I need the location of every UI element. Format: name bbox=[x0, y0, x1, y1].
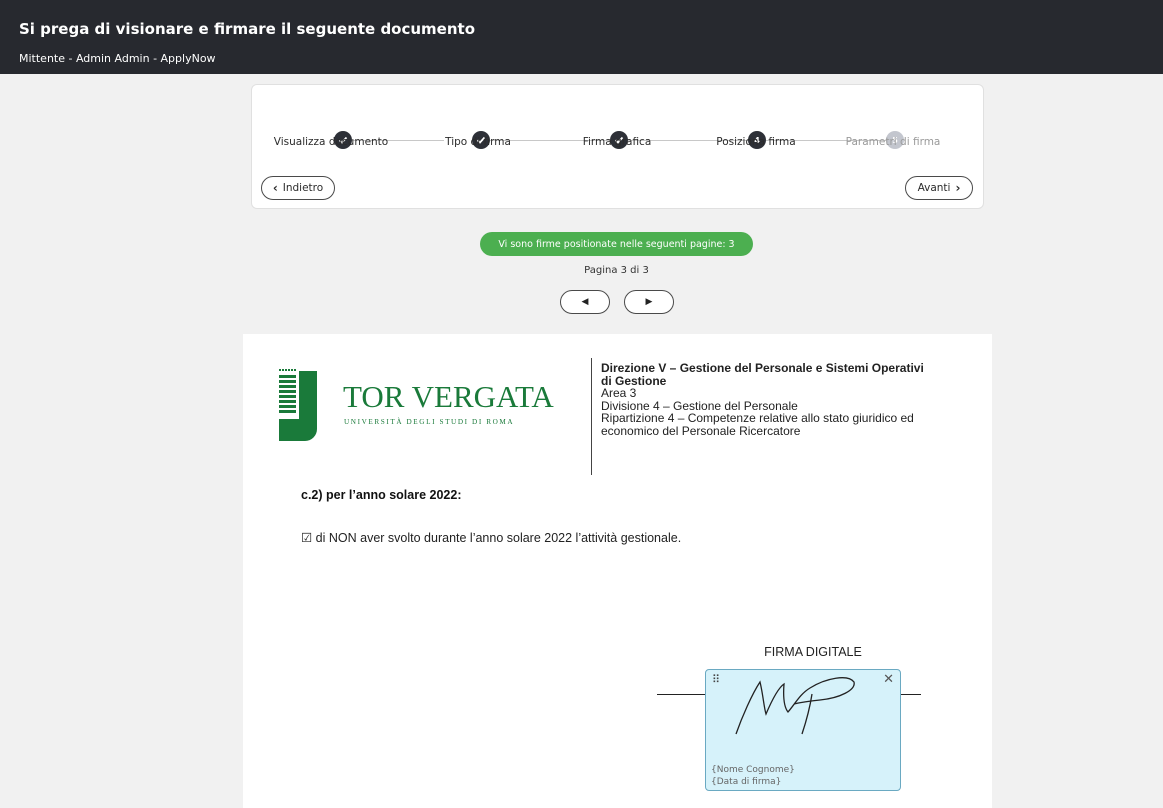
next-button[interactable]: Avanti › bbox=[905, 176, 973, 200]
chevron-left-icon: ‹ bbox=[272, 181, 278, 195]
signature-line-right bbox=[901, 694, 921, 695]
declaration-statement: ☑ di NON aver svolto durante l’anno sola… bbox=[301, 531, 682, 545]
document-page: TOR VERGATA UNIVERSITÀ DEGLI STUDI DI RO… bbox=[243, 334, 992, 808]
drag-handle-icon[interactable]: ⠿ bbox=[712, 673, 720, 686]
back-button-label: Indietro bbox=[282, 182, 324, 194]
step-label-parametri: Parametri di firma bbox=[845, 136, 941, 148]
date-placeholder: {Data di firma} bbox=[711, 777, 782, 787]
signature-placeholder-box[interactable]: ⠿ ✕ {Nome Cognome} {Data di firma} bbox=[705, 669, 901, 791]
page-indicator: Pagina 3 di 3 bbox=[584, 265, 649, 276]
department-info: Direzione V – Gestione del Personale e S… bbox=[601, 362, 971, 437]
dept-line-1: Direzione V – Gestione del Personale e S… bbox=[601, 361, 924, 375]
name-placeholder: {Nome Cognome} bbox=[711, 765, 795, 775]
step-label-posiziona-firma[interactable]: Posiziona firma bbox=[676, 136, 836, 148]
prev-page-button[interactable]: ◀ bbox=[560, 290, 610, 314]
step-label-tipo-firma[interactable]: Tipo di firma bbox=[398, 136, 558, 148]
dept-line-2: di Gestione bbox=[601, 373, 667, 388]
handwritten-signature bbox=[735, 677, 855, 735]
signature-line-left bbox=[657, 694, 706, 695]
signature-label: FIRMA DIGITALE bbox=[764, 645, 862, 659]
page-title: Si prega di visionare e firmare il segue… bbox=[19, 20, 476, 38]
header-divider bbox=[591, 358, 592, 475]
dept-line-6: economico del Personale Ricercatore bbox=[601, 423, 801, 438]
logo-name: TOR VERGATA bbox=[343, 379, 554, 414]
sender-line: Mittente - Admin Admin - ApplyNow bbox=[19, 52, 216, 65]
step-label-visualizza[interactable]: Visualizza documento bbox=[251, 136, 411, 148]
close-icon[interactable]: ✕ bbox=[883, 672, 894, 687]
tor-vergata-logo: TOR VERGATA UNIVERSITÀ DEGLI STUDI DI RO… bbox=[279, 369, 554, 441]
signed-pages-badge: Vi sono firme positionate nelle seguenti… bbox=[480, 232, 753, 256]
step-label-firma-grafica[interactable]: Firma grafica bbox=[537, 136, 697, 148]
back-button[interactable]: ‹ Indietro bbox=[261, 176, 335, 200]
section-title: c.2) per l’anno solare 2022: bbox=[301, 488, 462, 502]
chevron-right-icon: › bbox=[955, 181, 961, 195]
dept-line-3: Area 3 bbox=[601, 386, 637, 400]
next-button-label: Avanti bbox=[917, 182, 951, 194]
logo-tagline: UNIVERSITÀ DEGLI STUDI DI ROMA bbox=[344, 416, 514, 426]
next-page-button[interactable]: ▶ bbox=[624, 290, 674, 314]
caret-left-icon: ◀ bbox=[581, 297, 589, 307]
top-bar: Si prega di visionare e firmare il segue… bbox=[0, 0, 1163, 74]
dept-line-5: Ripartizione 4 – Competenze relative all… bbox=[601, 411, 914, 425]
caret-right-icon: ▶ bbox=[645, 297, 653, 307]
